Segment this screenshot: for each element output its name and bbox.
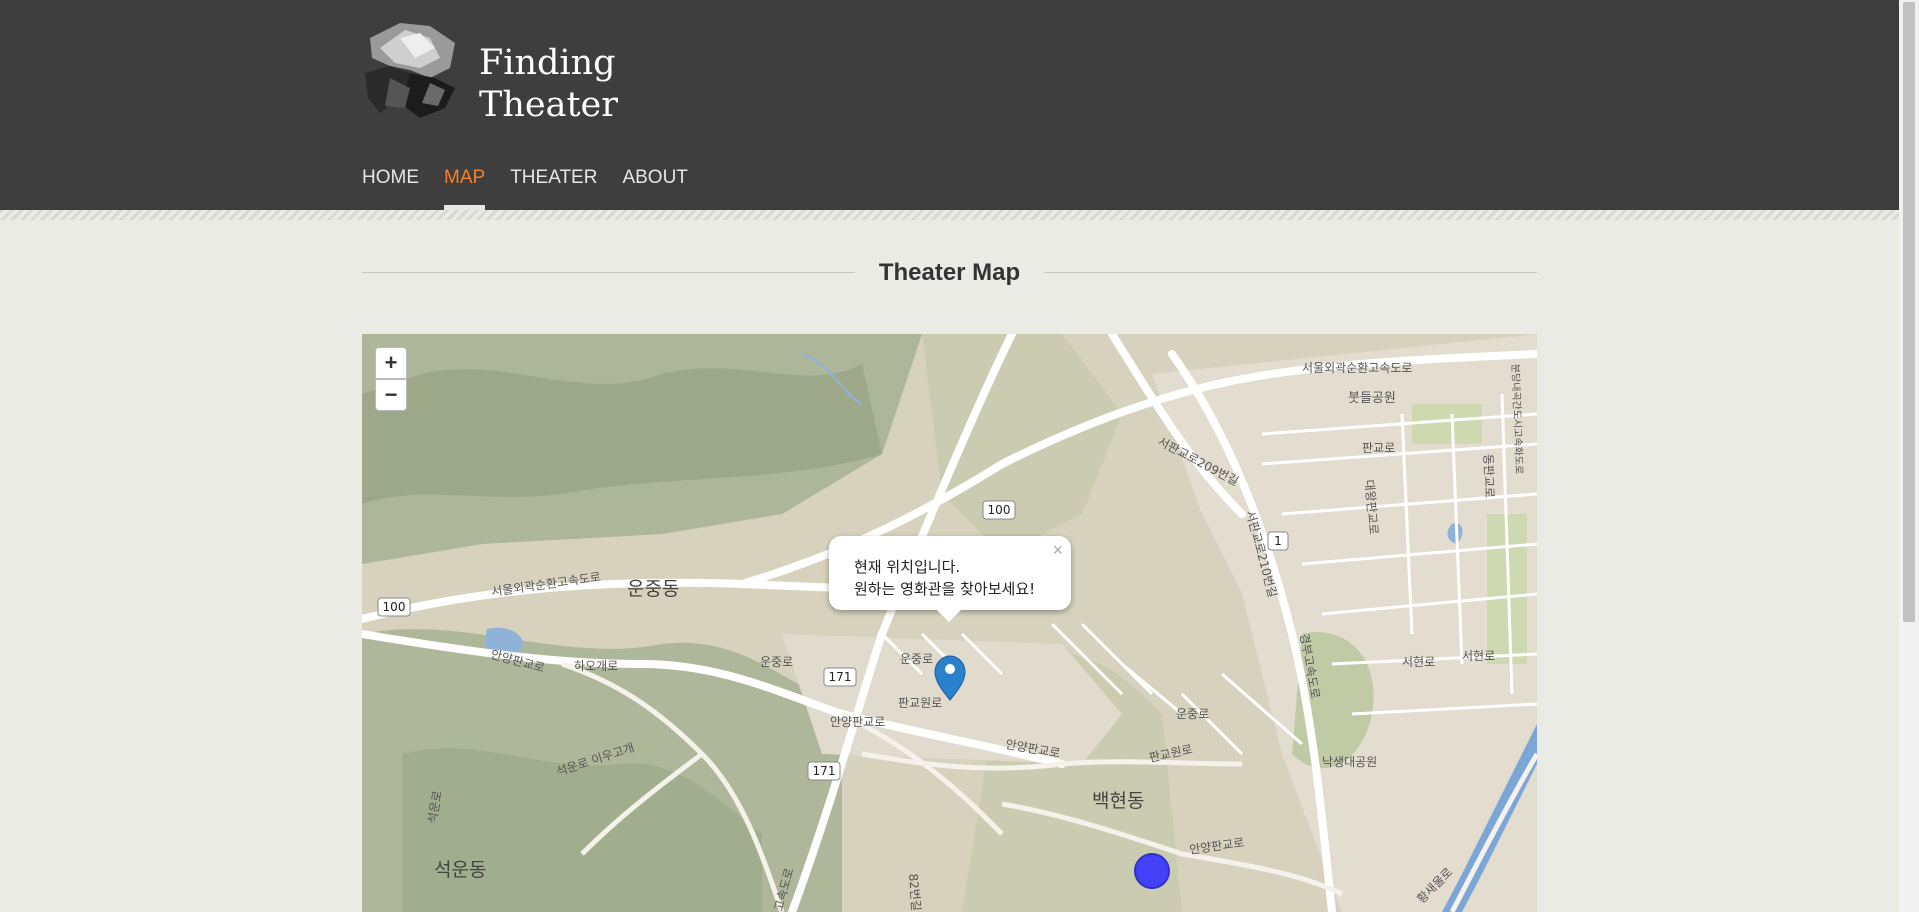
page-scrollbar[interactable]: [1899, 0, 1919, 912]
zoom-out-button[interactable]: −: [375, 379, 407, 411]
unjungdong-label: 운중동: [627, 578, 679, 600]
nav-about[interactable]: ABOUT: [622, 167, 687, 210]
seohyeonro-label: 서현로: [1402, 655, 1435, 669]
dongpangyoro-label: 동판교로: [1481, 454, 1497, 499]
seogundong-label: 석운동: [434, 859, 486, 881]
theater-circle-marker[interactable]: [1134, 853, 1170, 889]
main-nav: HOME MAP THEATER ABOUT: [362, 167, 688, 210]
nav-home[interactable]: HOME: [362, 167, 419, 210]
baekhyeondong-label: 백현동: [1092, 790, 1144, 812]
page-title: Theater Map: [854, 258, 1045, 288]
route-100b-label: 100: [383, 600, 406, 614]
pangyowonro-label: 판교원로: [898, 696, 942, 710]
location-popup: × 현재 위치입니다. 원하는 영화관을 찾아보세요!: [829, 536, 1071, 622]
theater-map[interactable]: 100 100 1 171 171 서울외곽순환고속도로 붓들공원 판교로 서판…: [362, 334, 1537, 912]
park-label: 붓들공원: [1348, 391, 1396, 406]
unjungro-label: 운중로: [760, 655, 793, 669]
popup-line2: 원하는 영화관을 찾아보세요!: [854, 580, 1036, 598]
zoom-in-button[interactable]: +: [375, 347, 407, 379]
site-header: Finding Theater HOME MAP THEATER ABOUT: [0, 0, 1899, 210]
map-tiles[interactable]: 100 100 1 171 171 서울외곽순환고속도로 붓들공원 판교로 서판…: [362, 334, 1537, 912]
unjungro-2-label: 운중로: [900, 652, 933, 666]
anyangpangyoro-2-label: 안양판교로: [830, 715, 885, 729]
pangyoro-label: 판교로: [1362, 441, 1395, 455]
site-title-line2: Theater: [479, 85, 618, 125]
nav-map[interactable]: MAP: [444, 167, 486, 210]
section-heading: Theater Map: [362, 258, 1537, 288]
route-171-label: 171: [829, 670, 852, 684]
route-1-label: 1: [1274, 534, 1282, 548]
route-100-label: 100: [988, 503, 1011, 517]
unjungro-3-label: 운중로: [1176, 707, 1209, 721]
route-171b-label: 171: [813, 764, 836, 778]
nav-theater[interactable]: THEATER: [510, 167, 597, 210]
popup-close-icon[interactable]: ×: [1052, 540, 1063, 561]
header-divider: [0, 210, 1899, 220]
site-title-line1: Finding: [479, 43, 616, 83]
ring-road-label: 서울외곽순환고속도로: [1302, 361, 1412, 375]
popup-line1: 현재 위치입니다.: [854, 558, 961, 576]
scrollbar-thumb[interactable]: [1903, 2, 1915, 622]
nakseongdae-label: 낙생대공원: [1322, 755, 1377, 769]
logo-icon[interactable]: [360, 18, 466, 124]
site-title[interactable]: Finding Theater: [479, 42, 618, 126]
haogaero-label: 하오개로: [574, 659, 618, 673]
seohyeonro-2-label: 서현로: [1462, 649, 1495, 663]
